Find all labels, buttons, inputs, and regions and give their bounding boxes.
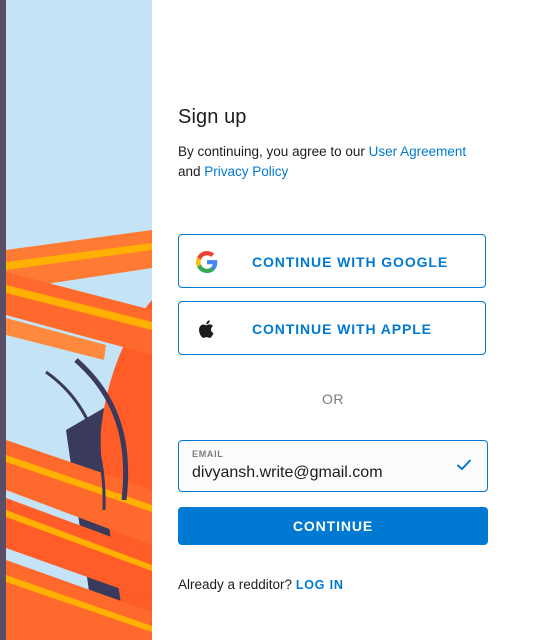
- continue-button[interactable]: CONTINUE: [178, 507, 488, 545]
- agreement-text: By continuing, you agree to our User Agr…: [178, 142, 498, 182]
- login-prompt: Already a redditor? LOG IN: [178, 577, 344, 592]
- checkmark-icon: [456, 458, 472, 472]
- decorative-artwork: [6, 0, 152, 640]
- user-agreement-link[interactable]: User Agreement: [369, 144, 467, 159]
- continue-with-apple-button[interactable]: CONTINUE WITH APPLE: [178, 301, 486, 355]
- google-icon: [196, 251, 218, 273]
- apple-button-label: CONTINUE WITH APPLE: [252, 321, 432, 337]
- email-field[interactable]: EMAIL: [178, 440, 488, 492]
- agreement-and: and: [178, 164, 205, 179]
- or-divider: OR: [322, 391, 344, 407]
- log-in-link[interactable]: LOG IN: [296, 578, 344, 592]
- google-button-label: CONTINUE WITH GOOGLE: [252, 254, 449, 270]
- agreement-prefix: By continuing, you agree to our: [178, 144, 369, 159]
- continue-button-label: CONTINUE: [292, 518, 374, 534]
- privacy-policy-link[interactable]: Privacy Policy: [204, 164, 288, 179]
- email-label: EMAIL: [192, 449, 224, 459]
- signup-form: Sign up By continuing, you agree to our …: [178, 0, 490, 640]
- email-input[interactable]: [192, 464, 442, 482]
- apple-icon: [196, 318, 218, 340]
- decorative-art-panel: [6, 0, 152, 640]
- page-title: Sign up: [178, 106, 247, 128]
- login-prompt-text: Already a redditor?: [178, 577, 296, 592]
- continue-with-google-button[interactable]: CONTINUE WITH GOOGLE: [178, 234, 486, 288]
